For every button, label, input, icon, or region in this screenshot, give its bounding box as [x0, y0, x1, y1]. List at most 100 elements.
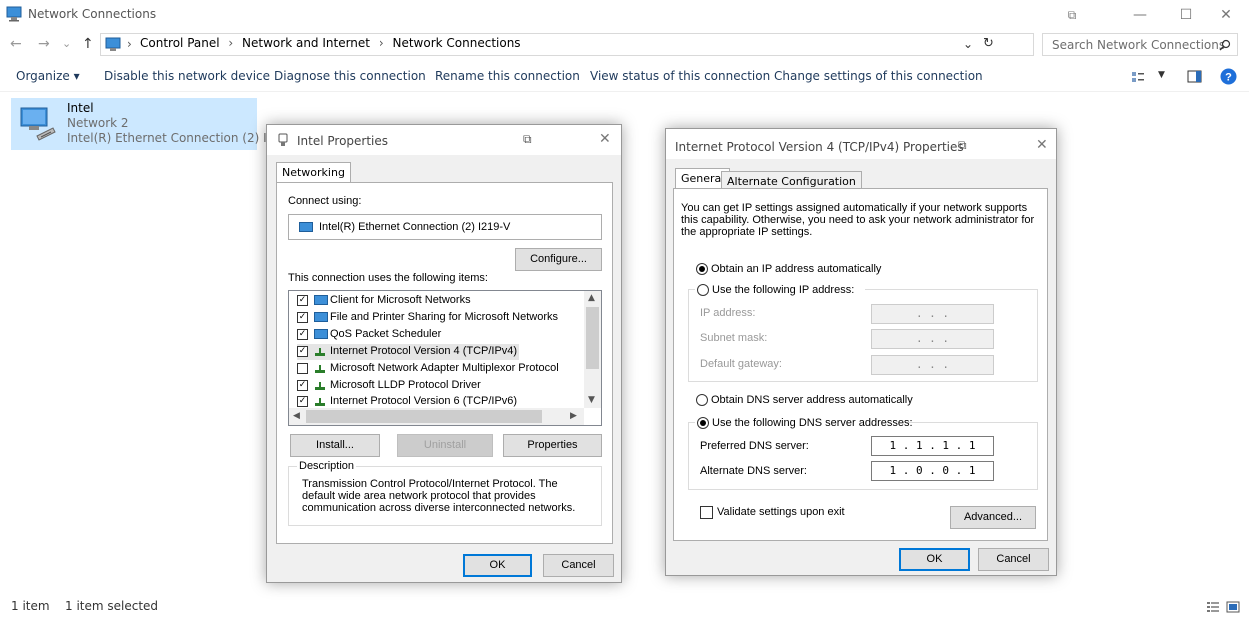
ok-button[interactable]: OK: [463, 554, 532, 577]
item-checkbox[interactable]: ✓: [297, 396, 308, 407]
item-label: QoS Packet Scheduler: [330, 328, 442, 340]
tab-alternate-configuration[interactable]: Alternate Configuration: [721, 171, 862, 188]
scroll-right-icon[interactable]: ▶: [570, 411, 577, 421]
scroll-left-icon[interactable]: ◀: [293, 411, 300, 421]
recent-locations-button[interactable]: ⌄: [62, 37, 71, 50]
forward-button[interactable]: →: [38, 36, 50, 52]
protocol-icon: [313, 381, 327, 391]
scrollbar-thumb[interactable]: [586, 307, 599, 369]
control-panel-icon: [105, 37, 121, 51]
obtain-dns-label: Obtain DNS server address automatically: [711, 394, 913, 406]
scroll-up-icon[interactable]: ▲: [588, 293, 595, 303]
breadcrumb: Control Panel › Network and Internet › N…: [140, 36, 521, 50]
configure-button[interactable]: Configure...: [515, 248, 602, 271]
dialog-title: Intel Properties: [297, 134, 389, 148]
item-checkbox[interactable]: ✓: [297, 295, 308, 306]
item-checkbox[interactable]: ✓: [297, 329, 308, 340]
obtain-ip-radio[interactable]: [696, 263, 708, 275]
preferred-dns-label: Preferred DNS server:: [700, 440, 809, 452]
window-title: Network Connections: [28, 7, 157, 21]
back-button[interactable]: ←: [10, 36, 22, 52]
horizontal-scrollbar[interactable]: ◀ ▶: [289, 408, 584, 425]
view-options-dropdown[interactable]: ▼: [1158, 70, 1165, 80]
preferred-dns-field[interactable]: 1 . 1 . 1 . 1: [871, 436, 994, 456]
scroll-down-icon[interactable]: ▼: [588, 395, 595, 405]
breadcrumb-network-connections[interactable]: Network Connections: [392, 36, 520, 50]
large-icons-view-icon[interactable]: [1226, 601, 1240, 613]
cancel-button[interactable]: Cancel: [543, 554, 614, 577]
connection-name: Intel: [67, 101, 94, 115]
ip-address-label: IP address:: [700, 307, 756, 319]
connection-network: Network 2: [67, 116, 129, 130]
address-dropdown-icon[interactable]: ⌄: [963, 37, 973, 51]
breadcrumb-network-and-internet[interactable]: Network and Internet: [242, 36, 370, 50]
view-status-button[interactable]: View status of this connection: [590, 69, 770, 83]
networking-panel: Connect using: Intel(R) Ethernet Connect…: [276, 182, 613, 544]
item-label: Microsoft Network Adapter Multiplexor Pr…: [330, 362, 559, 374]
subnet-mask-label: Subnet mask:: [700, 332, 768, 344]
diagnose-button[interactable]: Diagnose this connection: [274, 69, 426, 83]
item-checkbox[interactable]: ✓: [297, 312, 308, 323]
use-ip-radio[interactable]: [697, 284, 709, 296]
dialog-close-button[interactable]: ✕: [599, 131, 611, 147]
subnet-mask-field: . . .: [871, 329, 994, 349]
dialog-title: Internet Protocol Version 4 (TCP/IPv4) P…: [675, 140, 964, 154]
use-dns-radio[interactable]: [697, 417, 709, 429]
install-button[interactable]: Install...: [290, 434, 380, 457]
ethernet-adapter-icon: [20, 107, 56, 141]
properties-button[interactable]: Properties: [503, 434, 602, 457]
change-settings-button[interactable]: Change settings of this connection: [774, 69, 983, 83]
item-checkbox[interactable]: [297, 363, 308, 374]
preview-pane-icon[interactable]: [1187, 70, 1202, 83]
validate-checkbox[interactable]: [700, 506, 713, 519]
alternate-dns-field[interactable]: 1 . 0 . 0 . 1: [871, 461, 994, 481]
network-client-icon: [313, 295, 328, 305]
svg-text:?: ?: [1225, 72, 1232, 84]
tab-networking[interactable]: Networking: [276, 162, 351, 182]
connection-item-intel[interactable]: Intel Network 2 Intel(R) Ethernet Connec…: [11, 98, 278, 150]
item-label: Client for Microsoft Networks: [330, 294, 471, 306]
protocol-icon: [313, 397, 327, 407]
help-icon[interactable]: ?: [1220, 68, 1237, 85]
description-group: Description Transmission Control Protoco…: [288, 460, 602, 526]
general-panel: You can get IP settings assigned automat…: [673, 188, 1048, 541]
search-placeholder: Search Network Connections: [1052, 38, 1226, 52]
details-view-icon[interactable]: [1206, 601, 1220, 613]
cancel-button[interactable]: Cancel: [978, 548, 1049, 571]
validate-label: Validate settings upon exit: [717, 506, 845, 518]
selected-count: 1 item selected: [65, 599, 159, 613]
obtain-dns-radio[interactable]: [696, 394, 708, 406]
ip-address-group: Use the following IP address: IP address…: [688, 283, 1038, 382]
close-button[interactable]: ✕: [1203, 0, 1249, 30]
refresh-icon[interactable]: ↻: [983, 36, 994, 51]
up-button[interactable]: ↑: [82, 36, 94, 52]
search-input[interactable]: Search Network Connections: [1042, 33, 1238, 56]
list-item-selected[interactable]: ✓ Internet Protocol Version 4 (TCP/IPv4): [297, 344, 519, 360]
snap-icon[interactable]: ⧉: [523, 132, 532, 147]
advanced-button[interactable]: Advanced...: [950, 506, 1036, 529]
change-view-icon[interactable]: [1131, 70, 1145, 84]
rename-button[interactable]: Rename this connection: [435, 69, 580, 83]
hscrollbar-thumb[interactable]: [306, 410, 542, 423]
network-adapter-icon: [278, 133, 288, 146]
minimize-button[interactable]: —: [1117, 0, 1163, 30]
adapter-field: Intel(R) Ethernet Connection (2) I219-V: [288, 214, 602, 240]
vertical-scrollbar[interactable]: ▲ ▼: [584, 291, 601, 408]
items-list[interactable]: ✓ Client for Microsoft Networks ✓ File a…: [288, 290, 602, 426]
item-checkbox[interactable]: ✓: [297, 380, 308, 391]
item-checkbox[interactable]: ✓: [297, 346, 308, 357]
item-label: File and Printer Sharing for Microsoft N…: [330, 311, 559, 323]
breadcrumb-control-panel[interactable]: Control Panel: [140, 36, 220, 50]
file-sharing-icon: [313, 312, 328, 322]
disable-device-button[interactable]: Disable this network device: [104, 69, 270, 83]
organize-menu[interactable]: Organize ▾: [16, 69, 80, 83]
dialog-close-button[interactable]: ✕: [1036, 137, 1048, 153]
protocol-icon: [313, 347, 327, 357]
connection-adapter: Intel(R) Ethernet Connection (2) I...: [67, 131, 279, 145]
ok-button[interactable]: OK: [899, 548, 970, 571]
command-bar: Organize ▾ Disable this network device D…: [0, 62, 1249, 92]
snap-icon[interactable]: ⧉: [958, 138, 967, 153]
snap-icon[interactable]: ⧉: [1049, 0, 1095, 30]
protocol-icon: [313, 364, 327, 374]
ip-address-field: . . .: [871, 304, 994, 324]
